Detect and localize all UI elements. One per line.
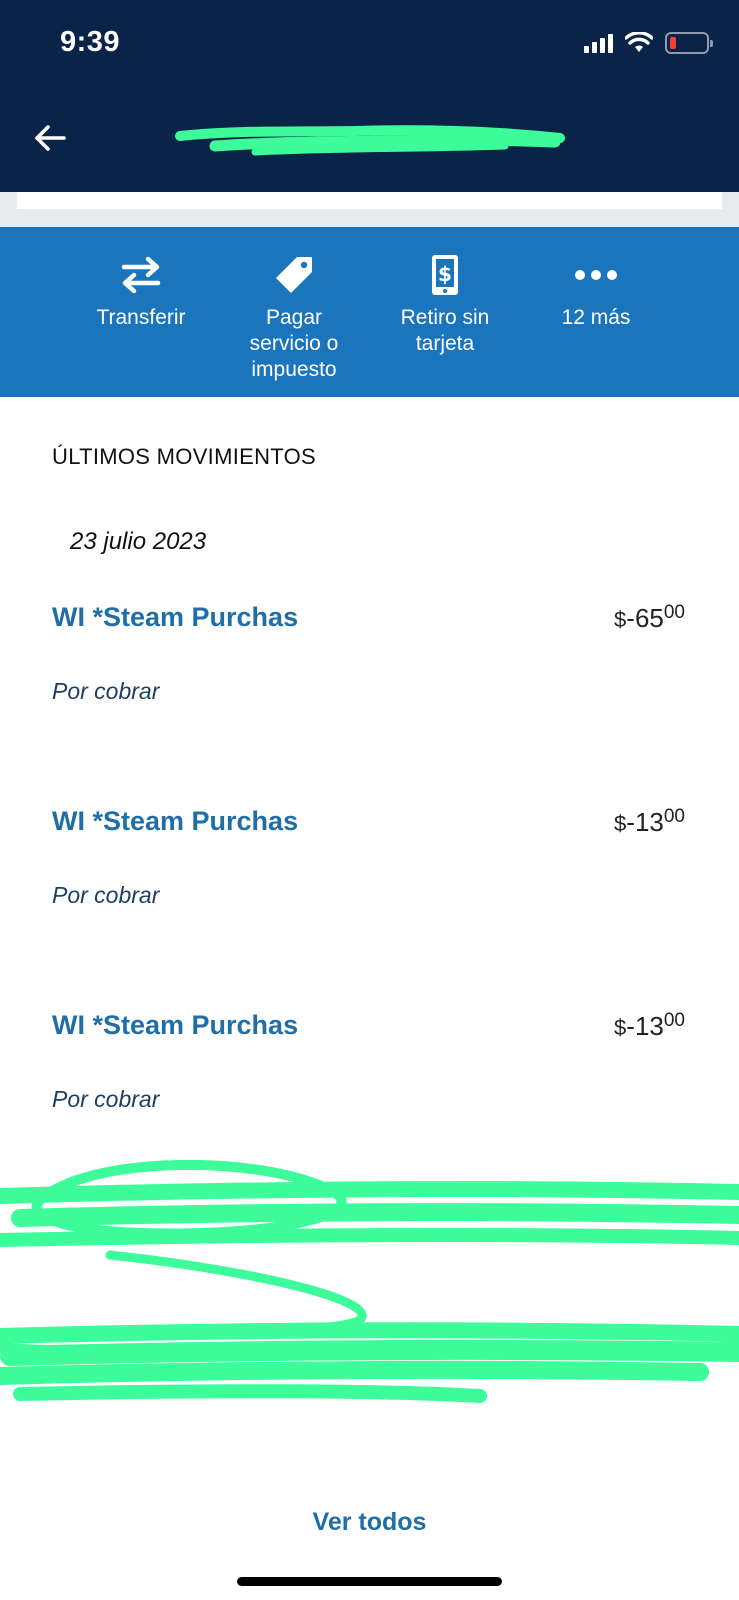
movement-name: WI *Steam Purchas [52,806,299,836]
more-dots-icon [575,270,617,280]
cellular-signal-icon [584,33,613,53]
action-label: Retiro sin tarjeta [400,306,490,355]
quick-actions-bar: Transferir Pagar servicio o impuesto $ R… [0,227,739,397]
movement-amount: $-1300 [614,806,685,837]
section-title: ÚLTIMOS MOVIMIENTOS [52,444,317,469]
movement-name: WI *Steam Purchas [52,602,299,632]
back-arrow-icon[interactable] [30,118,70,158]
action-transferir[interactable]: Transferir [66,251,216,331]
svg-text:$: $ [438,262,452,286]
account-card-edge [0,192,739,227]
home-indicator [237,1577,502,1586]
action-label: 12 más [561,306,631,329]
movement-amount: $-6500 [614,602,685,633]
movement-item[interactable]: WI *Steam Purchas $-1300 Por cobrar [0,1010,739,1170]
status-icons [584,32,713,54]
movement-item[interactable]: WI *Steam Purchas $-1300 Por cobrar [0,806,739,966]
see-all-link[interactable]: Ver todos [0,1508,739,1537]
movement-name: WI *Steam Purchas [52,1010,299,1040]
redaction-scribble [0,1160,739,1403]
action-mas[interactable]: 12 más [521,251,671,331]
redacted-account-title [175,125,565,156]
movement-status: Por cobrar [52,1086,160,1112]
movement-amount: $-1300 [614,1010,685,1041]
wifi-icon [625,32,653,52]
movement-status: Por cobrar [52,882,160,908]
action-label: Pagar servicio o impuesto [249,306,339,381]
app-header: 9:39 [0,0,739,192]
movement-status: Por cobrar [52,678,160,704]
phone-dollar-icon: $ [432,255,458,295]
action-pagar-servicio[interactable]: Pagar servicio o impuesto [219,251,369,383]
tag-icon [276,257,312,293]
movement-item[interactable]: WI *Steam Purchas $-6500 Por cobrar [0,602,739,762]
status-time: 9:39 [60,26,121,58]
battery-icon [665,32,713,54]
movement-date: 23 julio 2023 [70,528,207,555]
transfer-arrows-icon [121,256,161,294]
action-retiro-sin-tarjeta[interactable]: $ Retiro sin tarjeta [370,251,520,357]
action-label: Transferir [96,306,186,329]
